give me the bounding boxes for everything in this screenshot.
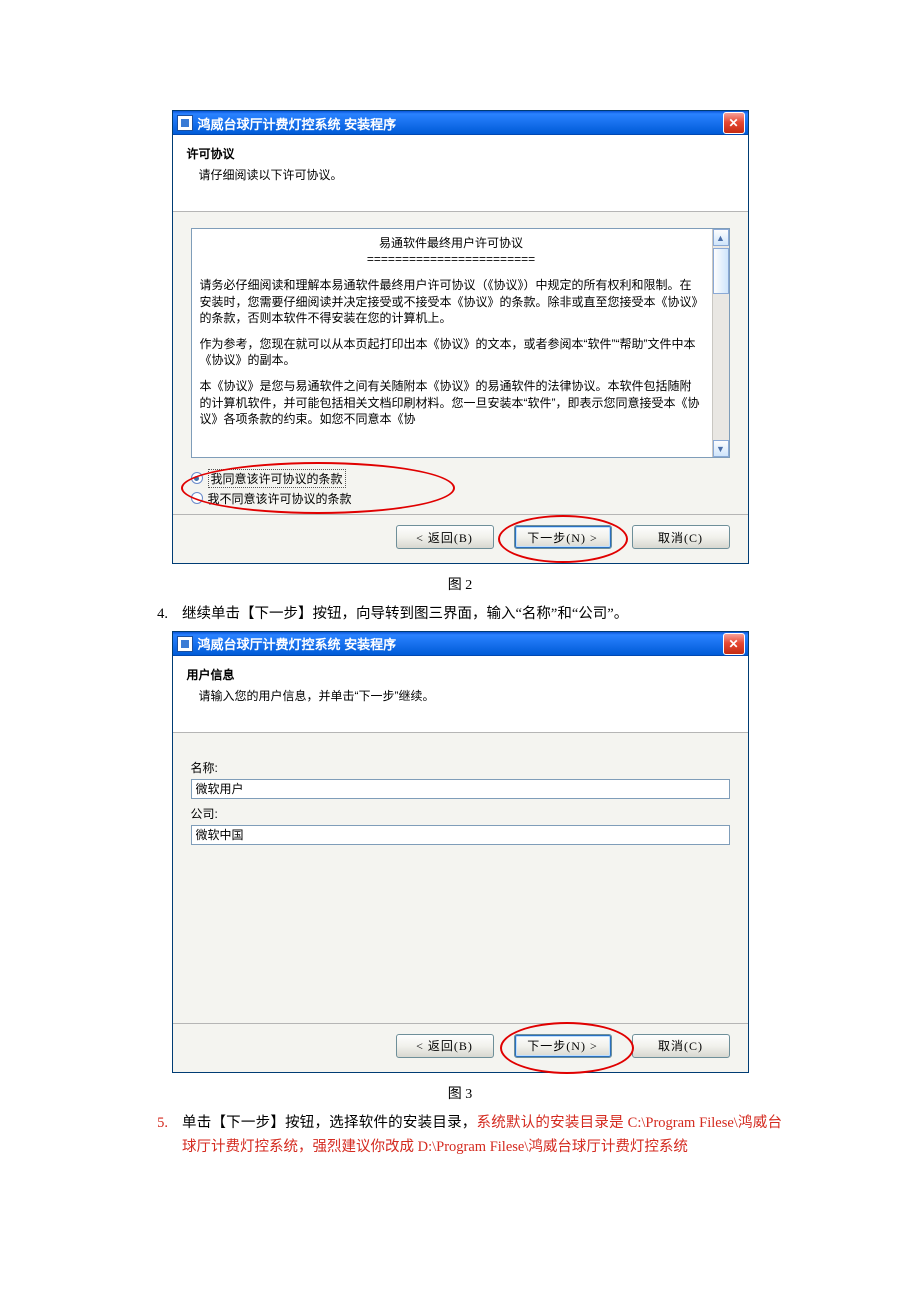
- license-textarea[interactable]: 易通软件最终用户许可协议 ======================== 请务…: [191, 228, 730, 458]
- list-number: 4.: [138, 602, 182, 627]
- list-text: 单击【下一步】按钮，选择软件的安装目录，: [182, 1115, 477, 1131]
- scroll-track[interactable]: [713, 246, 729, 440]
- eula-title: 易通软件最终用户许可协议: [200, 235, 703, 251]
- name-label: 名称:: [191, 759, 730, 776]
- back-button[interactable]: < 返回(B): [396, 525, 494, 549]
- radio-agree-label: 我同意该许可协议的条款: [208, 469, 346, 488]
- installer-window-license: 鸿威台球厅计费灯控系统 安装程序 ✕ 许可协议 请仔细阅读以下许可协议。 易通软…: [172, 110, 749, 564]
- title-bar[interactable]: 鸿威台球厅计费灯控系统 安装程序 ✕: [173, 111, 748, 135]
- scroll-down-icon[interactable]: ▼: [713, 440, 729, 457]
- close-icon[interactable]: ✕: [723, 112, 745, 134]
- eula-paragraph: 作为参考，您现在就可以从本页起打印出本《协议》的文本，或者参阅本“软件”“帮助”…: [200, 336, 703, 368]
- eula-paragraph: 本《协议》是您与易通软件之间有关随附本《协议》的易通软件的法律协议。本软件包括随…: [200, 378, 703, 427]
- header-title: 许可协议: [187, 145, 734, 162]
- installer-window-userinfo: 鸿威台球厅计费灯控系统 安装程序 ✕ 用户信息 请输入您的用户信息，并单击“下一…: [172, 631, 749, 1073]
- radio-dot-icon: [191, 492, 203, 504]
- eula-separator: ========================: [200, 251, 703, 267]
- radio-dot-icon: [191, 472, 203, 484]
- list-item: 5. 单击【下一步】按钮，选择软件的安装目录，系统默认的安装目录是 C:\Pro…: [138, 1111, 782, 1160]
- company-label: 公司:: [191, 805, 730, 822]
- scrollbar[interactable]: ▲ ▼: [712, 229, 729, 457]
- header-subtitle: 请仔细阅读以下许可协议。: [187, 166, 734, 183]
- eula-paragraph: 请务必仔细阅读和理解本易通软件最终用户许可协议（《协议》）中规定的所有权利和限制…: [200, 277, 703, 326]
- back-button[interactable]: < 返回(B): [396, 1034, 494, 1058]
- list-text: 继续单击【下一步】按钮，向导转到图三界面，输入“名称”和“公司”。: [182, 602, 782, 627]
- close-icon[interactable]: ✕: [723, 633, 745, 655]
- header-title: 用户信息: [187, 666, 734, 683]
- app-icon: [177, 115, 193, 131]
- header-subtitle: 请输入您的用户信息，并单击“下一步”继续。: [187, 687, 734, 704]
- list-item: 4. 继续单击【下一步】按钮，向导转到图三界面，输入“名称”和“公司”。: [138, 602, 782, 627]
- scroll-up-icon[interactable]: ▲: [713, 229, 729, 246]
- app-icon: [177, 636, 193, 652]
- name-field[interactable]: [191, 779, 730, 799]
- cancel-button[interactable]: 取消(C): [632, 1034, 730, 1058]
- wizard-header: 用户信息 请输入您的用户信息，并单击“下一步”继续。: [173, 656, 748, 733]
- next-button[interactable]: 下一步(N) >: [514, 1034, 612, 1058]
- cancel-button[interactable]: 取消(C): [632, 525, 730, 549]
- radio-agree[interactable]: 我同意该许可协议的条款: [191, 468, 730, 488]
- radio-disagree[interactable]: 我不同意该许可协议的条款: [191, 488, 730, 508]
- scroll-thumb[interactable]: [713, 248, 729, 294]
- figure-caption: 图 2: [138, 574, 782, 594]
- title-bar[interactable]: 鸿威台球厅计费灯控系统 安装程序 ✕: [173, 632, 748, 656]
- window-title: 鸿威台球厅计费灯控系统 安装程序: [198, 634, 397, 653]
- figure-caption: 图 3: [138, 1083, 782, 1103]
- company-field[interactable]: [191, 825, 730, 845]
- radio-disagree-label: 我不同意该许可协议的条款: [208, 490, 352, 507]
- next-button[interactable]: 下一步(N) >: [514, 525, 612, 549]
- list-number: 5.: [138, 1111, 182, 1160]
- wizard-header: 许可协议 请仔细阅读以下许可协议。: [173, 135, 748, 212]
- window-title: 鸿威台球厅计费灯控系统 安装程序: [198, 114, 397, 133]
